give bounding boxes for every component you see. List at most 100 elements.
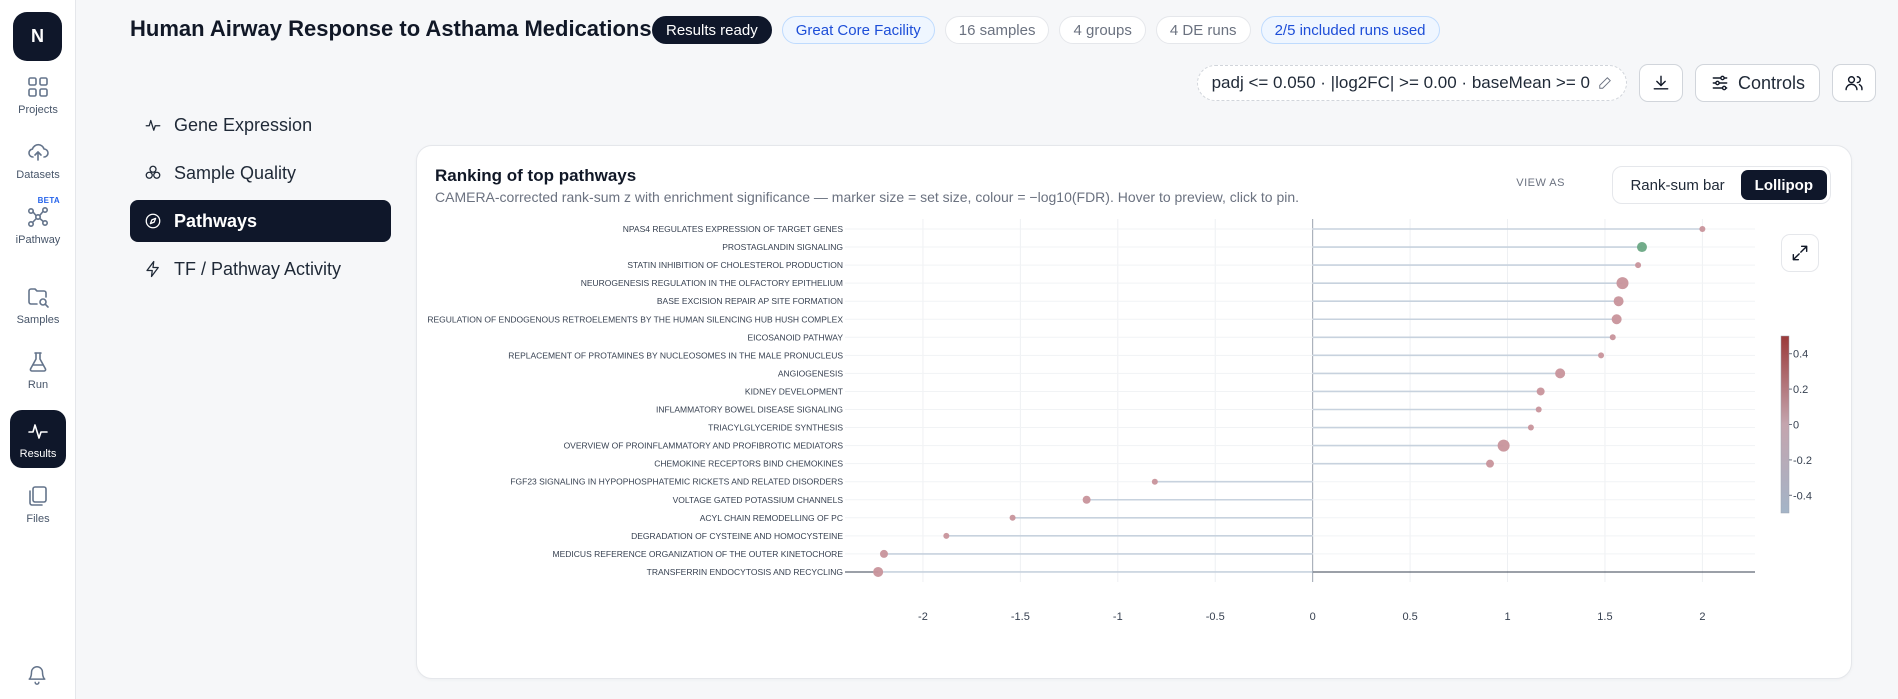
lollipop-marker: [1151, 478, 1158, 485]
download-icon: [1653, 75, 1669, 90]
flask-icon: [29, 351, 47, 372]
category-label: FGF23 SIGNALING IN HYPOPHOSPHATEMIC RICK…: [510, 477, 843, 487]
groups-chip: 4 groups: [1059, 16, 1146, 44]
folder-search-icon: [28, 287, 49, 308]
subnav-tf-pathway-activity[interactable]: TF / Pathway Activity: [130, 248, 391, 290]
rail-item-run[interactable]: Run: [10, 341, 66, 399]
filter-summary[interactable]: padj <= 0.050 · |log2FC| >= 0.00 · baseM…: [1196, 65, 1627, 101]
category-label: NEUROGENESIS REGULATION IN THE OLFACTORY…: [581, 278, 843, 288]
rail-item-label: Samples: [16, 313, 60, 326]
lollipop-marker: [1082, 495, 1091, 504]
rail-item-results[interactable]: Results: [10, 410, 66, 468]
category-label: NPAS4 REGULATES EXPRESSION OF TARGET GEN…: [623, 224, 844, 234]
category-label: EICOSANOID PATHWAY: [747, 332, 843, 342]
subnav-pathways[interactable]: Pathways: [130, 200, 391, 242]
lollipop-marker: [943, 532, 950, 539]
lollipop-marker: [1636, 242, 1647, 253]
x-tick-label: 1.5: [1597, 611, 1612, 623]
x-tick-label: 0: [1310, 611, 1316, 623]
lollipop-marker: [1555, 368, 1566, 379]
lollipop-marker: [1611, 314, 1622, 325]
rail-item-label: Datasets: [16, 168, 60, 181]
category-label: ANGIOGENESIS: [778, 368, 844, 378]
rail-item-files[interactable]: Files: [10, 475, 66, 533]
lollipop-marker: [1613, 296, 1624, 307]
runs-used-chip[interactable]: 2/5 included runs used: [1260, 16, 1440, 44]
lollipop-marker: [1635, 262, 1642, 269]
x-tick-label: -2: [918, 611, 928, 623]
lollipop-marker: [1535, 406, 1542, 413]
collaborators-button[interactable]: [1832, 64, 1876, 102]
category-label: ACYL CHAIN REMODELLING OF PC: [700, 513, 843, 523]
lollipop-marker: [879, 549, 888, 558]
category-label: STATIN INHIBITION OF CHOLESTEROL PRODUCT…: [627, 260, 843, 270]
sliders-icon: [1712, 75, 1728, 91]
subnav-label: Gene Expression: [174, 114, 313, 135]
category-label: BASE EXCISION REPAIR AP SITE FORMATION: [657, 296, 843, 306]
lollipop-marker: [873, 566, 884, 577]
status-badge: Results ready: [652, 16, 772, 44]
lollipop-marker: [1497, 439, 1510, 452]
controls-button[interactable]: Controls: [1694, 64, 1820, 102]
subnav-label: Pathways: [174, 210, 258, 231]
rail-item-label: Projects: [18, 103, 58, 116]
page-title: Human Airway Response to Asthama Medicat…: [130, 16, 652, 41]
colorbar-tick-label: 0.4: [1793, 349, 1808, 361]
category-label: TRIACYLGLYCERIDE SYNTHESIS: [708, 423, 843, 433]
lollipop-marker: [1536, 387, 1545, 396]
lollipop-marker: [1598, 352, 1605, 359]
beta-badge: BETA: [37, 196, 60, 205]
category-label: REPLACEMENT OF PROTAMINES BY NUCLEOSOMES…: [508, 350, 843, 360]
subnav-sample-quality[interactable]: Sample Quality: [130, 152, 391, 194]
category-label: VOLTAGE GATED POTASSIUM CHANNELS: [673, 495, 844, 505]
de-runs-chip: 4 DE runs: [1155, 16, 1251, 44]
lollipop-marker: [1009, 514, 1016, 521]
category-label: OVERVIEW OF PROINFLAMMATORY AND PROFIBRO…: [564, 441, 844, 451]
x-tick-label: -1.5: [1011, 611, 1030, 623]
rail-item-ipathway[interactable]: BETA iPathway: [10, 196, 66, 254]
category-label: REGULATION OF ENDOGENOUS RETROELEMENTS B…: [427, 314, 843, 324]
colorbar-tick-label: 0: [1793, 420, 1799, 432]
colorbar-tick-label: -0.4: [1793, 490, 1812, 502]
compass-icon: [145, 213, 161, 229]
rail-item-projects[interactable]: Projects: [10, 66, 66, 124]
left-rail: N Projects Datasets BETA iPathway Sample…: [0, 0, 76, 699]
rail-item-samples[interactable]: Samples: [10, 276, 66, 334]
pathway-ranking-card: Ranking of top pathways CAMERA-corrected…: [416, 145, 1852, 679]
colorbar: [1780, 335, 1790, 514]
toolbar: padj <= 0.050 · |log2FC| >= 0.00 · baseM…: [1196, 64, 1876, 102]
category-label: PROSTAGLANDIN SIGNALING: [722, 242, 843, 252]
activity-icon: [145, 119, 161, 131]
subnav-gene-expression[interactable]: Gene Expression: [130, 104, 391, 146]
notifications-button[interactable]: [26, 664, 48, 686]
app-logo[interactable]: N: [13, 12, 62, 61]
results-subnav: Gene Expression Sample Quality Pathways …: [130, 104, 391, 296]
controls-label: Controls: [1737, 72, 1805, 93]
network-icon: [27, 206, 48, 227]
category-label: KIDNEY DEVELOPMENT: [745, 386, 843, 396]
subnav-label: TF / Pathway Activity: [174, 258, 342, 279]
category-label: CHEMOKINE RECEPTORS BIND CHEMOKINES: [654, 459, 843, 469]
subnav-label: Sample Quality: [174, 162, 297, 183]
status-chips: Results ready Great Core Facility 16 sam…: [652, 16, 1440, 44]
rail-item-label: iPathway: [15, 233, 61, 246]
circles-icon: [145, 165, 161, 179]
download-button[interactable]: [1638, 64, 1683, 102]
x-tick-label: 2: [1699, 611, 1705, 623]
rail-item-datasets[interactable]: Datasets: [10, 131, 66, 189]
filter-text: padj <= 0.050 · |log2FC| >= 0.00 · baseM…: [1211, 73, 1590, 92]
category-label: TRANSFERRIN ENDOCYTOSIS AND RECYCLING: [647, 567, 843, 577]
rail-item-label: Run: [27, 378, 49, 391]
colorbar-tick-label: -0.2: [1793, 455, 1812, 467]
lollipop-marker: [1485, 459, 1494, 468]
pencil-icon: [1599, 77, 1611, 89]
lollipop-chart: NPAS4 REGULATES EXPRESSION OF TARGET GEN…: [427, 219, 1812, 623]
x-tick-label: 1: [1504, 611, 1510, 623]
facility-chip[interactable]: Great Core Facility: [781, 16, 935, 44]
activity-icon: [28, 423, 48, 439]
colorbar-tick-label: 0.2: [1793, 384, 1808, 396]
rail-item-label: Results: [19, 447, 57, 460]
x-tick-label: 0.5: [1402, 611, 1417, 623]
zap-icon: [146, 260, 159, 278]
category-label: INFLAMMATORY BOWEL DISEASE SIGNALING: [656, 405, 843, 415]
